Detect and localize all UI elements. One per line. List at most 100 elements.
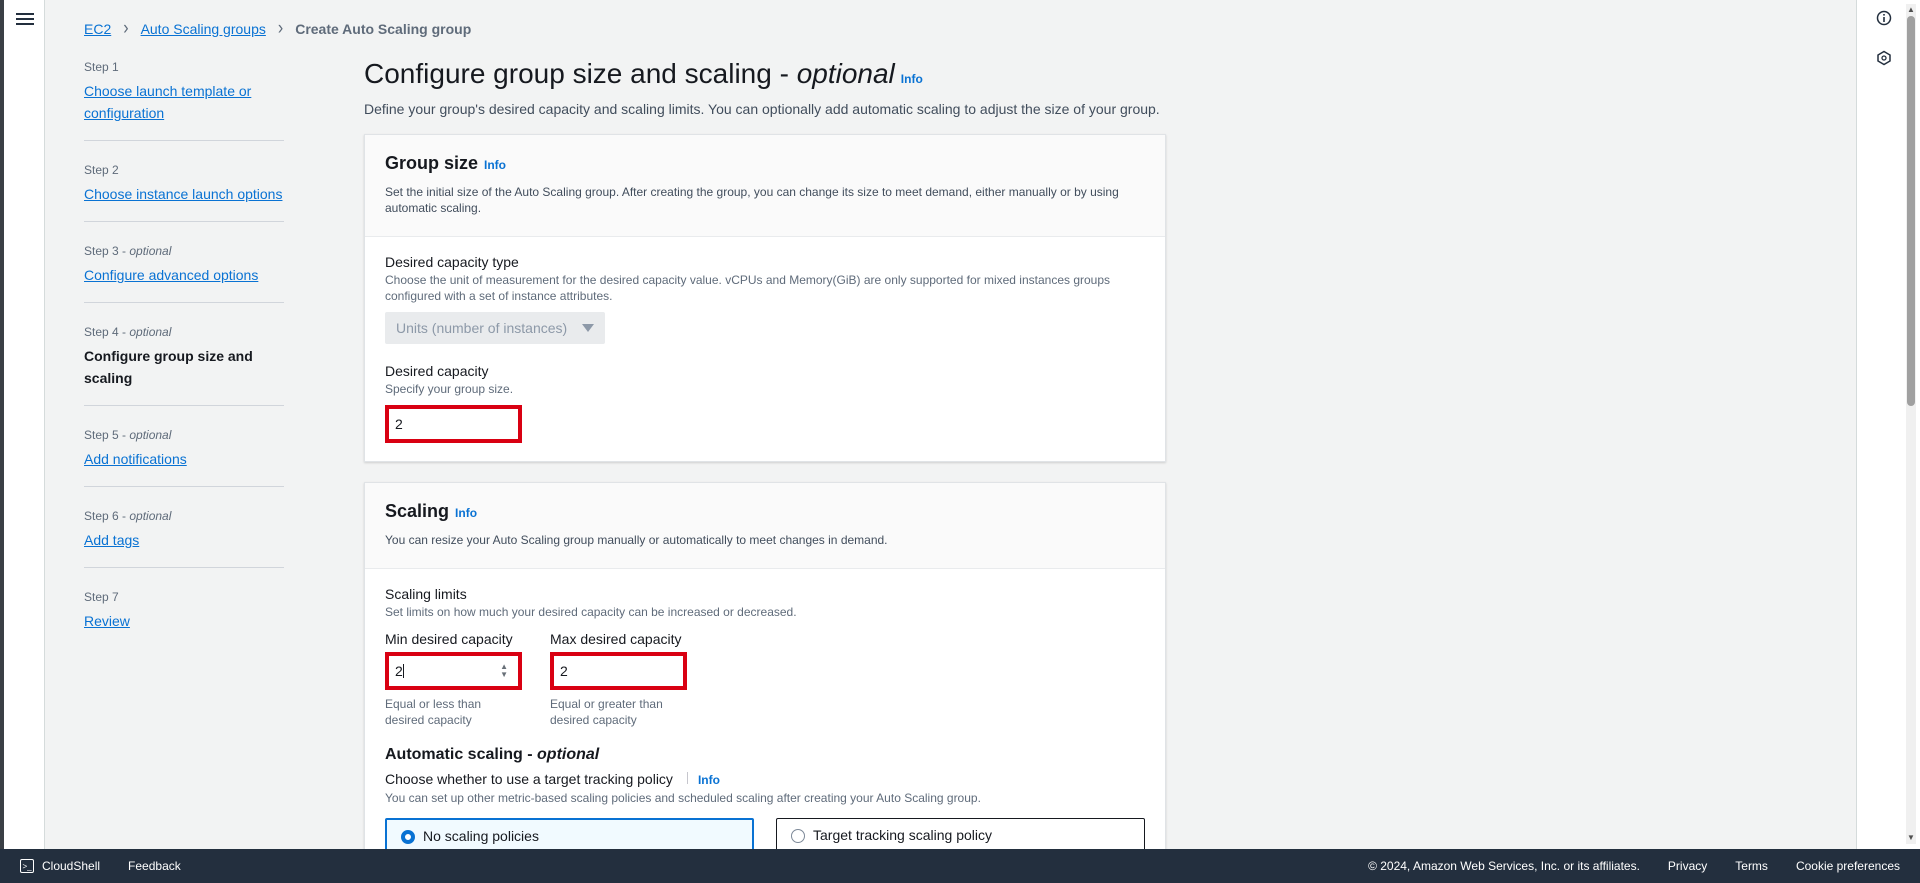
capacity-type-select: Units (number of instances) [385, 312, 605, 344]
step-number: Step 6 - [84, 509, 130, 523]
option-no-scaling[interactable]: No scaling policies [385, 818, 755, 852]
step-link-notifications[interactable]: Add notifications [84, 451, 187, 467]
max-capacity-value: 2 [560, 663, 568, 679]
divider [686, 772, 688, 784]
copyright-text: © 2024, Amazon Web Services, Inc. or its… [1368, 859, 1640, 873]
max-capacity-field: Max desired capacity 2 Equal or greater … [550, 630, 687, 728]
max-capacity-label: Max desired capacity [550, 631, 682, 647]
cloudshell-label: CloudShell [42, 859, 101, 873]
footer-right: © 2024, Amazon Web Services, Inc. or its… [1368, 859, 1920, 873]
policy-hint: You can set up other metric-based scalin… [385, 791, 981, 805]
policy-options: No scaling policies Target tracking scal… [385, 818, 1145, 852]
scaling-header: Scaling Info You can resize your Auto Sca… [365, 483, 1165, 569]
group-size-info-link[interactable]: Info [484, 158, 506, 172]
option-target-tracking[interactable]: Target tracking scaling policy [776, 818, 1145, 852]
scaling-limits-inputs: Min desired capacity 2 ▲ ▼ Equal or less … [385, 630, 1145, 728]
main-area: EC2 › Auto Scaling groups › Create Auto … [46, 0, 1856, 869]
step-number: Step 1 [84, 60, 119, 74]
min-capacity-value: 2 [395, 663, 403, 679]
hexagon-icon[interactable] [1875, 49, 1893, 67]
desired-capacity-hint: Specify your group size. [385, 382, 514, 396]
cookie-preferences-link[interactable]: Cookie preferences [1796, 859, 1900, 873]
page-title-optional: optional [796, 58, 895, 89]
radio-unselected-icon[interactable] [791, 829, 806, 843]
privacy-link[interactable]: Privacy [1668, 859, 1707, 873]
step-link-instance-launch[interactable]: Choose instance launch options [84, 186, 282, 202]
capacity-type-value: Units (number of instances) [396, 320, 568, 336]
step-current-label: Configure group size and scaling [84, 348, 253, 386]
page-description: Define your group's desired capacity and… [364, 101, 1160, 117]
number-spinner-icon[interactable]: ▲ ▼ [500, 663, 508, 679]
text-cursor [402, 664, 404, 678]
footer: >_ CloudShell Feedback © 2024, Amazon We… [0, 849, 1920, 883]
wizard-step-1: Step 1 Choose launch template or configu… [84, 60, 284, 141]
automatic-scaling-section: Automatic scaling - optional Choose whet… [385, 746, 1145, 852]
step-optional: optional [129, 428, 172, 442]
breadcrumb-asg[interactable]: Auto Scaling groups [141, 21, 266, 37]
breadcrumb-ec2[interactable]: EC2 [84, 21, 111, 37]
desired-capacity-label: Desired capacity [385, 363, 489, 379]
policy-info-link[interactable]: Info [698, 773, 720, 787]
step-link-launch-template[interactable]: Choose launch template or configuration [84, 83, 251, 121]
scaling-limits-label: Scaling limits [385, 586, 467, 602]
breadcrumb-current: Create Auto Scaling group [295, 21, 472, 37]
policy-label: Choose whether to use a target tracking … [385, 770, 1145, 789]
chevron-right-icon: › [123, 18, 129, 39]
left-rail [0, 0, 45, 849]
step-link-advanced[interactable]: Configure advanced options [84, 267, 258, 283]
caret-down-icon [582, 324, 594, 332]
chevron-right-icon: › [277, 18, 284, 39]
page-title: Configure group size and scaling - optio… [364, 58, 1166, 90]
scaling-info-link[interactable]: Info [455, 506, 477, 520]
page-info-link[interactable]: Info [901, 72, 923, 86]
step-number: Step 3 - [84, 244, 130, 258]
group-size-panel: Group size Info Set the initial size of t… [364, 134, 1166, 462]
scaling-subtitle: You can resize your Auto Scaling group m… [385, 533, 888, 547]
hamburger-menu-icon[interactable] [16, 10, 34, 26]
feedback-link[interactable]: Feedback [128, 859, 181, 873]
capacity-type-label: Desired capacity type [385, 254, 519, 270]
wizard-step-2: Step 2 Choose instance launch options [84, 163, 284, 222]
capacity-type-field: Desired capacity type Choose the unit of… [385, 253, 1145, 344]
max-capacity-input[interactable]: 2 [550, 652, 687, 690]
breadcrumb: EC2 › Auto Scaling groups › Create Auto … [84, 18, 472, 39]
min-capacity-hint: Equal or less than desired capacity [385, 697, 482, 727]
desired-capacity-field: Desired capacity Specify your group size… [385, 362, 1145, 443]
scroll-down-icon[interactable]: ▼ [1907, 834, 1915, 842]
wizard-steps: Step 1 Choose launch template or configu… [84, 60, 284, 670]
scaling-panel: Scaling Info You can resize your Auto Sca… [364, 482, 1166, 869]
step-optional: optional [129, 509, 172, 523]
desired-capacity-value: 2 [395, 416, 403, 432]
wizard-step-7: Step 7 Review [84, 590, 284, 648]
page-title-text: Configure group size and scaling - [364, 58, 797, 89]
step-optional: optional [129, 325, 172, 339]
step-link-review[interactable]: Review [84, 613, 130, 629]
group-size-subtitle: Set the initial size of the Auto Scaling… [385, 185, 1119, 215]
scroll-up-icon[interactable]: ▲ [1907, 6, 1915, 14]
radio-selected-icon[interactable] [401, 830, 415, 844]
step-number: Step 4 - [84, 325, 130, 339]
group-size-header: Group size Info Set the initial size of t… [365, 135, 1165, 237]
step-optional: optional [129, 244, 172, 258]
option-target-tracking-label: Target tracking scaling policy [813, 827, 992, 843]
step-number: Step 7 [84, 590, 119, 604]
automatic-scaling-optional: optional [537, 746, 600, 763]
min-capacity-input[interactable]: 2 ▲ ▼ [385, 652, 522, 690]
step-link-tags[interactable]: Add tags [84, 532, 139, 548]
scrollbar-thumb[interactable] [1907, 16, 1915, 406]
cloudshell-button[interactable]: >_ CloudShell [0, 859, 100, 873]
min-capacity-field: Min desired capacity 2 ▲ ▼ Equal or less … [385, 630, 522, 728]
max-capacity-hint: Equal or greater than desired capacity [550, 697, 663, 727]
group-size-body: Desired capacity type Choose the unit of… [365, 237, 1165, 461]
step-number: Step 2 [84, 163, 119, 177]
desired-capacity-input[interactable]: 2 [385, 405, 522, 443]
scaling-title: Scaling [385, 501, 450, 521]
wizard-step-4: Step 4 - optional Configure group size a… [84, 325, 284, 406]
policy-label-text: Choose whether to use a target tracking … [385, 771, 673, 787]
wizard-step-3: Step 3 - optional Configure advanced opt… [84, 244, 284, 303]
min-capacity-label: Min desired capacity [385, 631, 513, 647]
scaling-body: Scaling limits Set limits on how much yo… [365, 569, 1165, 868]
automatic-scaling-title-text: Automatic scaling - [385, 746, 538, 763]
info-circle-icon[interactable] [1875, 9, 1893, 27]
terms-link[interactable]: Terms [1735, 859, 1768, 873]
